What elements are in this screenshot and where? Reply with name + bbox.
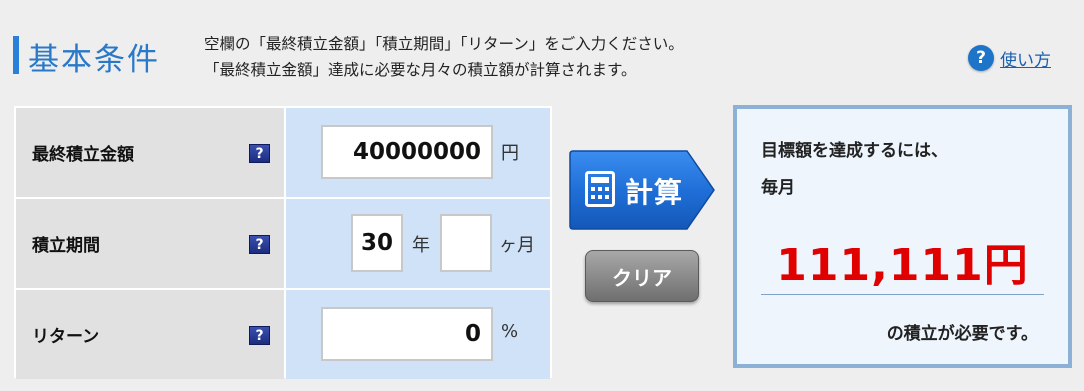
input-form-table: 最終積立金額 ? 40000000 円 積立期間 ? 30 年 ヶ月 リターン … [14,106,552,379]
return-label-cell: リターン ? [16,290,284,379]
return-help-icon[interactable]: ? [249,326,270,345]
help-link[interactable]: ? 使い方 [968,45,1051,71]
clear-button-label: クリア [612,265,672,290]
calculate-button-label: 計算 [625,176,684,209]
final-amount-unit: 円 [501,143,519,164]
calculate-button[interactable]: 計算 [569,149,716,231]
period-years-unit: 年 [412,235,430,256]
period-label: 積立期間 [32,236,100,256]
period-help-icon[interactable]: ? [249,235,270,254]
section-title: 基本条件 [28,42,160,78]
clear-button[interactable]: クリア [585,250,699,302]
period-months-unit: ヶ月 [499,235,535,256]
final-amount-input[interactable]: 40000000 [321,125,493,179]
question-circle-icon: ? [968,45,994,71]
result-amount: 111,111円 [776,240,1029,291]
final-amount-label-cell: 最終積立金額 ? [16,108,284,197]
result-text-line-1: 目標額を達成するには、 [761,141,948,161]
help-link-label[interactable]: 使い方 [1000,46,1051,71]
instructions-line-1: 空欄の「最終積立金額」「積立期間」「リターン」をご入力ください。 [204,35,684,53]
form-row-period: 積立期間 ? 30 年 ヶ月 [16,199,550,288]
form-row-final-amount: 最終積立金額 ? 40000000 円 [16,108,550,197]
return-input[interactable]: 0 [321,307,493,361]
return-label: リターン [32,327,100,347]
form-row-return: リターン ? 0 % [16,290,550,379]
return-unit: % [501,321,519,342]
final-amount-value-cell: 40000000 円 [286,108,550,197]
period-value-cell: 30 年 ヶ月 [286,199,550,288]
return-value-cell: 0 % [286,290,550,379]
instructions: 空欄の「最終積立金額」「積立期間」「リターン」をご入力ください。 「最終積立金額… [204,31,684,83]
period-months-input[interactable] [440,214,492,272]
section-title-bar [13,36,19,74]
period-label-cell: 積立期間 ? [16,199,284,288]
result-panel: 目標額を達成するには、 毎月 111,111円 の積立が必要です。 [733,105,1072,368]
result-divider [761,294,1044,295]
final-amount-help-icon[interactable]: ? [249,144,270,163]
final-amount-label: 最終積立金額 [32,145,134,165]
period-years-input[interactable]: 30 [351,214,403,272]
result-text-line-2: 毎月 [761,178,795,198]
result-suffix: の積立が必要です。 [886,324,1038,344]
instructions-line-2: 「最終積立金額」達成に必要な月々の積立額が計算されます。 [204,61,637,79]
